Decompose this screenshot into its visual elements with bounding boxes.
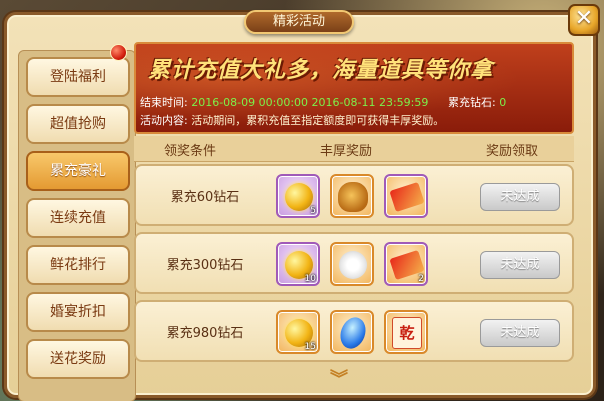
reward-condition: 累充980钻石 [166, 326, 244, 341]
treasure-sack-graphic [338, 182, 368, 212]
close-button[interactable]: ✕ [568, 4, 600, 36]
banner-slogan: 累计充值大礼多，海量道具等你拿 [148, 58, 494, 83]
header-rewards: 丰厚奖励 [320, 144, 373, 159]
diamond-value: 0 [499, 96, 507, 109]
white-flower-icon[interactable] [330, 242, 374, 286]
red-ticket-icon[interactable] [384, 174, 428, 218]
end-time-label: 结束时间: [140, 96, 188, 109]
tab-flash-sale[interactable]: 超值抢购 [26, 104, 130, 144]
claim-button[interactable]: 未达成 [480, 183, 560, 211]
item-count: 15 [304, 342, 316, 352]
notification-badge-icon [110, 44, 127, 61]
item-count: 10 [304, 274, 316, 284]
reward-row: 累充60钻石 5 未达成 [134, 164, 574, 226]
table-header: 领奖条件 丰厚奖励 奖励领取 [134, 136, 574, 162]
reward-row: 累充980钻石 15 乾 未达成 [134, 300, 574, 362]
blue-gem-graphic [336, 313, 370, 353]
red-ticket-icon[interactable]: 2 [384, 242, 428, 286]
end-time-line: 结束时间: 2016-08-09 00:00:00 2016-08-11 23:… [140, 94, 428, 110]
header-condition: 领奖条件 [164, 144, 217, 159]
tab-flower-reward[interactable]: 送花奖励 [26, 339, 130, 379]
item-count: 5 [310, 206, 316, 216]
end-time-value: 2016-08-09 00:00:00 2016-08-11 23:59:59 [191, 96, 429, 109]
reward-row: 累充300钻石 10 2 未达成 [134, 232, 574, 294]
tab-label: 连续充值 [50, 210, 106, 226]
tab-cumulative-recharge[interactable]: 累充豪礼 [26, 151, 130, 191]
tab-label: 送花奖励 [50, 351, 106, 367]
header-claim: 奖励领取 [486, 144, 539, 159]
content-label: 活动内容: [140, 114, 188, 127]
tab-label: 鲜花排行 [50, 257, 106, 273]
content-line: 活动内容: 活动期间，累积充值至指定额度即可获得丰厚奖励。 [140, 112, 444, 128]
gold-coin-icon[interactable]: 5 [276, 174, 320, 218]
panel-title: 精彩活动 [244, 10, 354, 34]
tab-label: 婚宴折扣 [50, 304, 106, 320]
tab-label: 累充豪礼 [50, 163, 106, 179]
claim-button[interactable]: 未达成 [480, 251, 560, 279]
sidebar: 登陆福利 超值抢购 累充豪礼 连续充值 鲜花排行 婚宴折扣 送花奖励 [18, 50, 136, 401]
tab-wedding-discount[interactable]: 婚宴折扣 [26, 292, 130, 332]
claim-button[interactable]: 未达成 [480, 319, 560, 347]
reward-condition: 累充300钻石 [166, 258, 244, 273]
treasure-sack-icon[interactable] [330, 174, 374, 218]
content-value: 活动期间，累积充值至指定额度即可获得丰厚奖励。 [191, 114, 445, 127]
tab-consecutive-recharge[interactable]: 连续充值 [26, 198, 130, 238]
white-flower-graphic [339, 251, 367, 279]
seal-card-icon[interactable]: 乾 [384, 310, 428, 354]
tab-label: 超值抢购 [50, 116, 106, 132]
tab-login-bonus[interactable]: 登陆福利 [26, 57, 130, 97]
seal-card-graphic: 乾 [392, 317, 422, 349]
red-ticket-graphic [389, 181, 425, 213]
diamond-line: 累充钻石: 0 [448, 94, 506, 110]
diamond-label: 累充钻石: [448, 96, 496, 109]
main-content: 累计充值大礼多，海量道具等你拿 结束时间: 2016-08-09 00:00:0… [134, 40, 578, 392]
item-count: 2 [418, 274, 424, 284]
reward-condition: 累充60钻石 [170, 190, 240, 205]
event-banner: 累计充值大礼多，海量道具等你拿 结束时间: 2016-08-09 00:00:0… [134, 42, 574, 134]
gold-coin-icon[interactable]: 10 [276, 242, 320, 286]
blue-gem-icon[interactable] [330, 310, 374, 354]
scroll-down-icon[interactable]: ︾ [326, 370, 352, 390]
tab-flower-ranking[interactable]: 鲜花排行 [26, 245, 130, 285]
tab-label: 登陆福利 [50, 69, 106, 85]
gold-coin-graphic [285, 183, 313, 211]
gold-coin-icon[interactable]: 15 [276, 310, 320, 354]
